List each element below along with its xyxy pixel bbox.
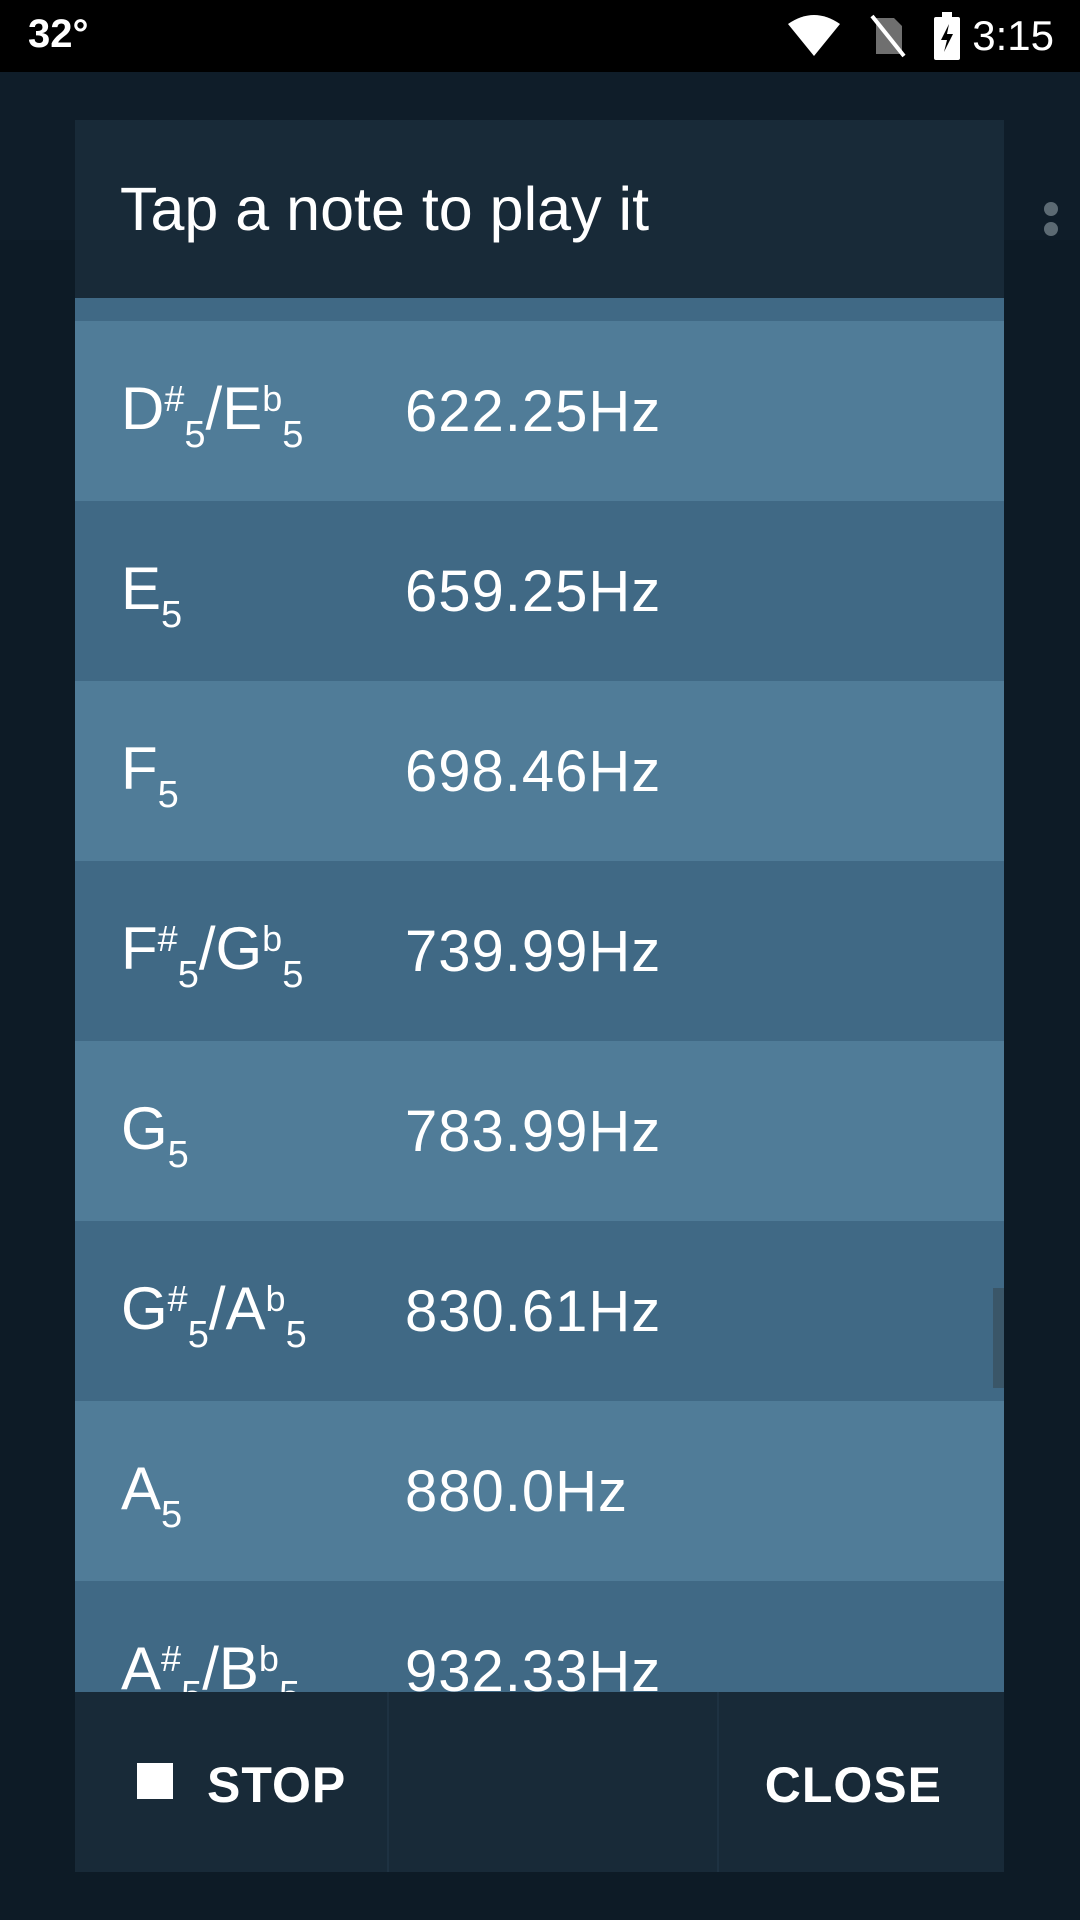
note-name: A5 [121, 1459, 183, 1536]
note-accidental-alt: b [265, 1278, 286, 1319]
note-octave: 5 [161, 594, 183, 636]
note-frequency: 622.25Hz [405, 379, 662, 444]
note-letter-alt: G [215, 915, 263, 982]
note-row[interactable]: G5 783.99Hz [75, 1041, 1004, 1221]
note-accidental-alt: b [262, 918, 283, 959]
status-temperature: 32° [28, 12, 89, 56]
note-letter: F [121, 915, 158, 982]
dialog-footer: STOP CLOSE [75, 1692, 1004, 1872]
note-row[interactable]: G#5/Ab5 830.61Hz [75, 1221, 1004, 1401]
note-separator: / [198, 915, 216, 982]
stop-icon [137, 1763, 173, 1799]
status-bar: 32° 3:15 [0, 0, 1080, 72]
note-row[interactable]: A5 880.0Hz [75, 1401, 1004, 1581]
note-letter: A [121, 1455, 162, 1522]
note-octave: 5 [167, 1134, 189, 1176]
note-letter: E [121, 555, 162, 622]
note-octave: 5 [177, 954, 199, 996]
note-row[interactable]: F#5/Gb5 739.99Hz [75, 861, 1004, 1041]
note-octave: 5 [184, 414, 206, 456]
stop-label: STOP [207, 1757, 347, 1813]
note-row[interactable]: F5 698.46Hz [75, 681, 1004, 861]
note-dialog: Tap a note to play it D#5/Eb5 622.25Hz E5 6… [75, 120, 1004, 1872]
note-octave-alt: 5 [282, 414, 304, 456]
note-letter-alt: E [222, 375, 263, 442]
battery-charging-icon [934, 12, 960, 60]
note-letter: G [121, 1095, 168, 1162]
note-letter: G [121, 1275, 168, 1342]
note-row[interactable]: D#5/Eb5 622.25Hz [75, 321, 1004, 501]
note-letter-alt: A [225, 1275, 266, 1342]
note-accidental: # [157, 918, 178, 959]
note-frequency: 698.46Hz [405, 739, 662, 804]
close-label: CLOSE [764, 1757, 942, 1813]
note-row[interactable]: E5 659.25Hz [75, 501, 1004, 681]
stop-button[interactable]: STOP [75, 1692, 389, 1872]
note-row-partial [75, 298, 1004, 321]
note-frequency: 783.99Hz [405, 1099, 662, 1164]
note-accidental-alt: b [258, 1638, 279, 1679]
note-octave: 5 [187, 1314, 209, 1356]
dialog-title: Tap a note to play it [120, 175, 650, 243]
note-name: F5 [121, 739, 179, 816]
note-name: G#5/Ab5 [121, 1278, 307, 1356]
footer-spacer [389, 1692, 719, 1872]
note-separator: / [208, 1275, 226, 1342]
note-octave-alt: 5 [285, 1314, 307, 1356]
wifi-icon [788, 15, 840, 56]
status-icons [786, 12, 960, 60]
note-octave-alt: 5 [282, 954, 304, 996]
note-list[interactable]: D#5/Eb5 622.25Hz E5 659.25Hz F5 698.46Hz F#5/G… [75, 298, 1004, 1812]
note-letter: D [121, 375, 165, 442]
status-time: 3:15 [972, 12, 1054, 59]
note-frequency: 880.0Hz [405, 1459, 629, 1524]
note-separator: / [205, 375, 223, 442]
note-accidental: # [161, 1638, 182, 1679]
note-name: D#5/Eb5 [121, 378, 304, 456]
note-frequency: 739.99Hz [405, 919, 662, 984]
note-name: G5 [121, 1099, 189, 1176]
close-button[interactable]: CLOSE [719, 1692, 1004, 1872]
note-letter: F [121, 735, 158, 802]
note-frequency: 830.61Hz [405, 1279, 662, 1344]
note-accidental: # [167, 1278, 188, 1319]
note-octave: 5 [157, 774, 179, 816]
no-sim-icon [870, 14, 906, 58]
note-name: E5 [121, 559, 183, 636]
note-name: F#5/Gb5 [121, 918, 304, 996]
note-accidental: # [164, 378, 185, 419]
note-accidental-alt: b [262, 378, 283, 419]
scrollbar-thumb[interactable] [993, 1288, 1004, 1388]
note-octave: 5 [161, 1494, 183, 1536]
note-frequency: 659.25Hz [405, 559, 662, 624]
